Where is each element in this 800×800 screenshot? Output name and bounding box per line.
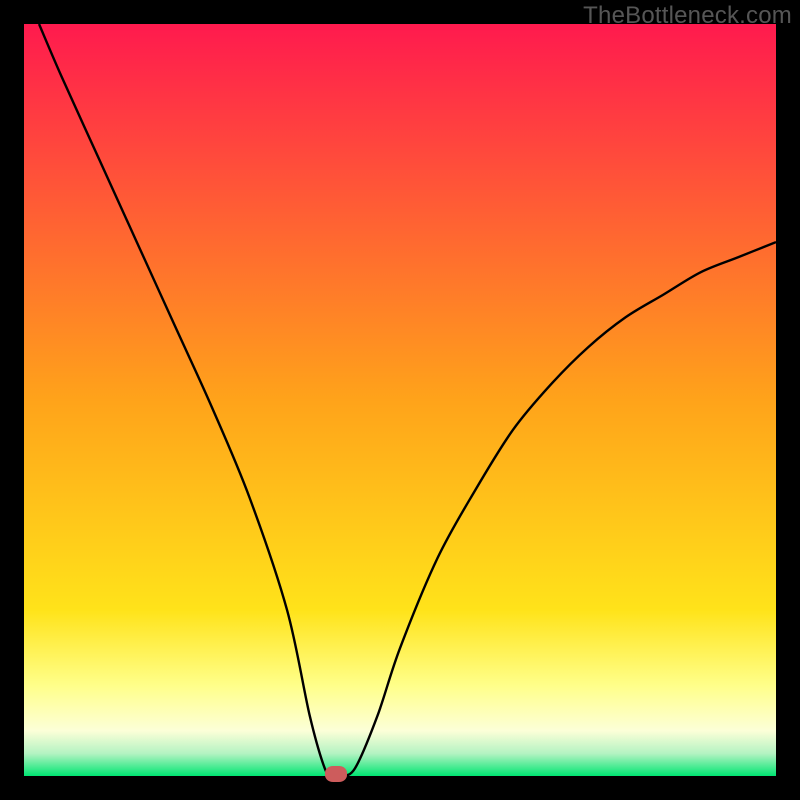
optimal-marker bbox=[325, 766, 347, 782]
chart-frame bbox=[24, 24, 776, 776]
watermark-text: TheBottleneck.com bbox=[583, 2, 792, 30]
bottleneck-curve bbox=[24, 24, 776, 776]
